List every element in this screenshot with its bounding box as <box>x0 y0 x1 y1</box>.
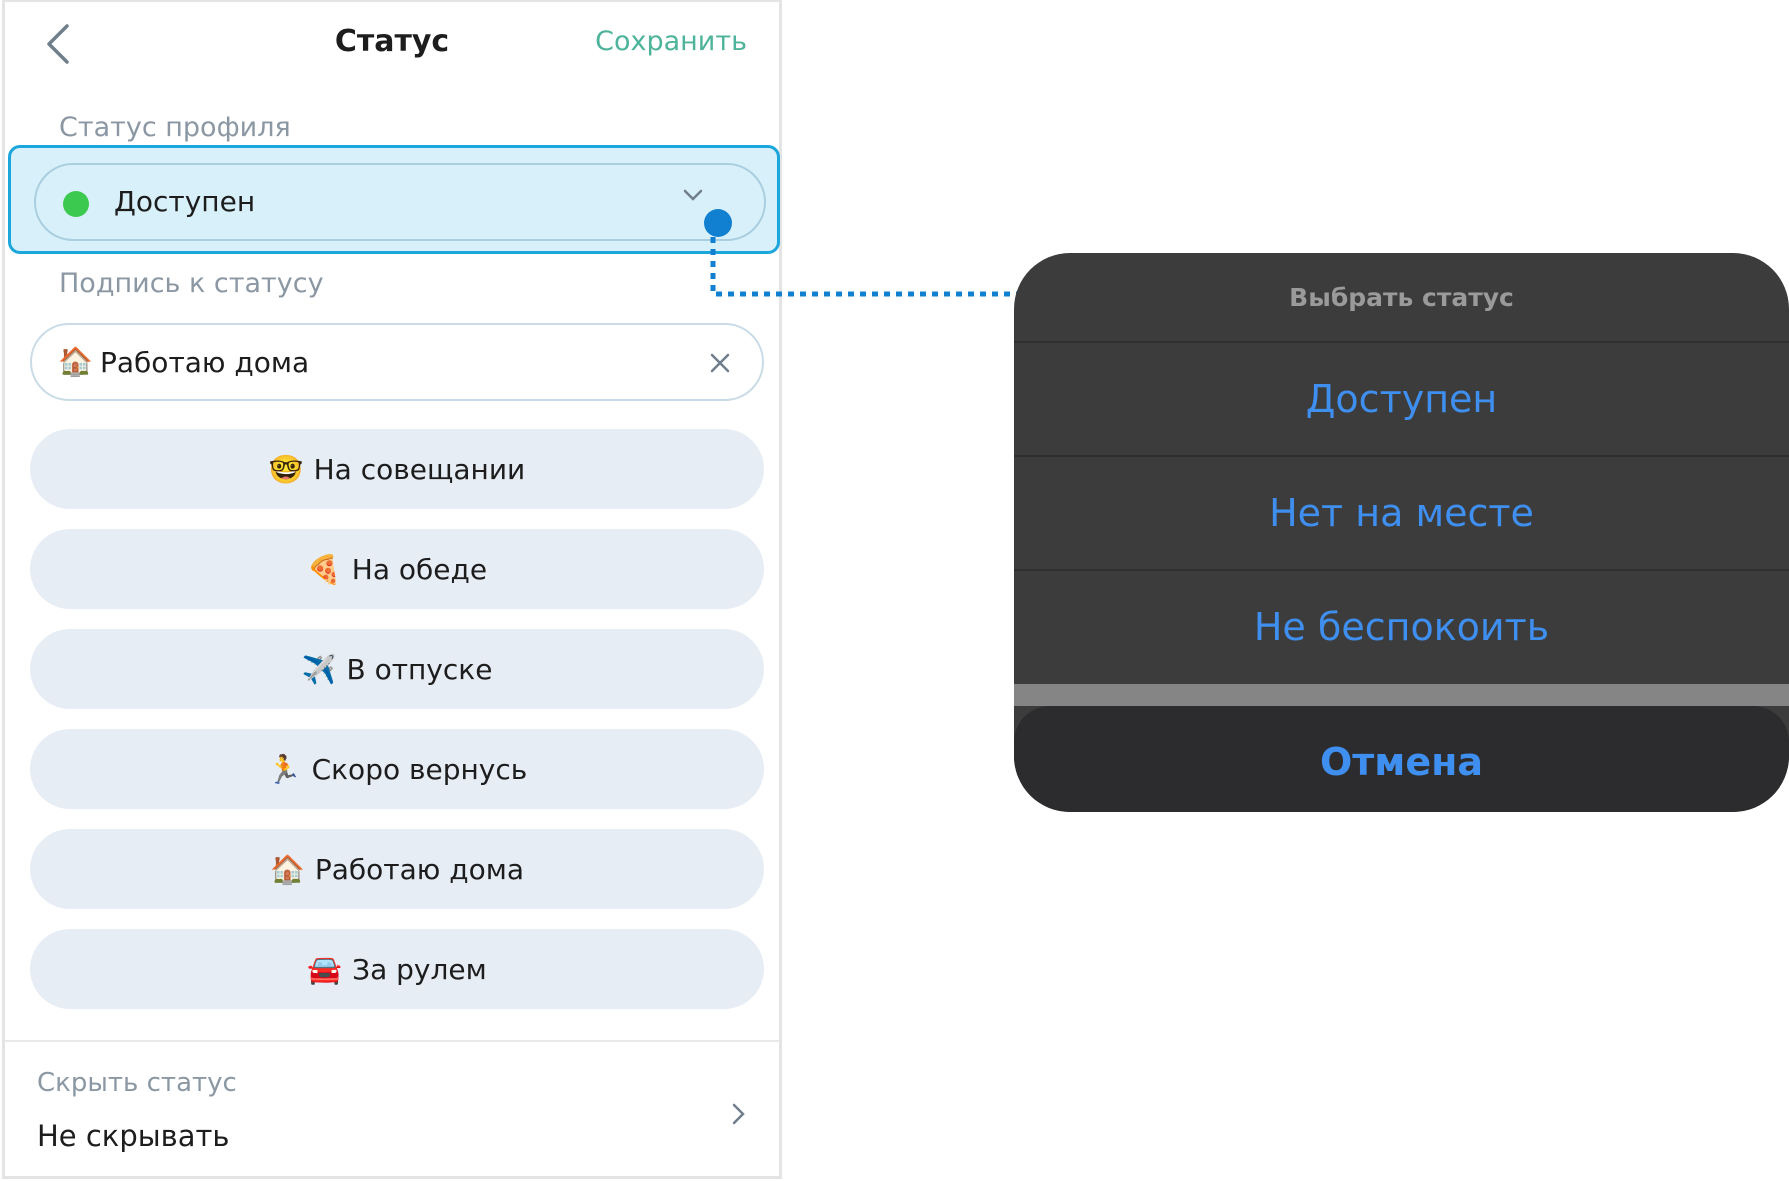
preset-driving-button[interactable]: 🚘 За рулем <box>30 929 764 1009</box>
sheet-gap <box>1014 684 1789 706</box>
house-icon: 🏠 <box>58 345 93 378</box>
callout-marker <box>704 209 732 237</box>
clear-icon[interactable] <box>708 351 732 375</box>
airplane-icon: ✈️ <box>301 652 337 686</box>
action-sheet-title: Выбрать статус <box>1289 283 1514 312</box>
status-action-sheet: Выбрать статус Доступен Нет на месте Не … <box>1014 253 1789 812</box>
caption-label: Подпись к статусу <box>59 268 324 299</box>
preset-label: На обеде <box>351 552 488 586</box>
preset-label: Скоро вернусь <box>311 752 528 786</box>
option-available[interactable]: Доступен <box>1014 343 1789 455</box>
preset-label: Работаю дома <box>314 852 525 886</box>
runner-icon: 🏃 <box>266 752 302 786</box>
preset-meeting-button[interactable]: 🤓 На совещании <box>30 429 764 509</box>
preset-lunch-button[interactable]: 🍕 На обеде <box>30 529 764 609</box>
cancel-button[interactable]: Отмена <box>1014 706 1789 812</box>
nerd-face-icon: 🤓 <box>268 452 304 486</box>
preset-label: За рулем <box>352 952 487 986</box>
preset-label: На совещании <box>313 452 526 486</box>
preset-vacation-button[interactable]: ✈️ В отпуске <box>30 629 764 709</box>
profile-status-select[interactable]: Доступен <box>34 163 766 241</box>
caption-value: Работаю дома <box>100 346 310 379</box>
house-icon: 🏠 <box>269 852 305 886</box>
preset-label: В отпуске <box>346 652 493 686</box>
option-do-not-disturb[interactable]: Не беспокоить <box>1014 571 1789 683</box>
profile-status-label: Статус профиля <box>59 112 291 143</box>
preset-be-right-back-button[interactable]: 🏃 Скоро вернусь <box>30 729 764 809</box>
pizza-icon: 🍕 <box>306 552 342 586</box>
chevron-down-icon[interactable] <box>682 188 704 202</box>
profile-status-value: Доступен <box>114 185 256 218</box>
section-divider <box>5 1040 779 1042</box>
preset-work-from-home-button[interactable]: 🏠 Работаю дома <box>30 829 764 909</box>
status-screen: Статус Сохранить Статус профиля Доступен… <box>2 0 782 1179</box>
status-indicator-dot <box>63 191 89 217</box>
hide-status-value: Не скрывать <box>37 1119 230 1153</box>
hide-status-label: Скрыть статус <box>37 1068 237 1098</box>
profile-status-highlight: Доступен <box>8 145 780 254</box>
chevron-right-icon <box>732 1103 745 1125</box>
save-button[interactable]: Сохранить <box>595 26 747 57</box>
option-away[interactable]: Нет на месте <box>1014 457 1789 569</box>
caption-input[interactable]: 🏠 Работаю дома <box>30 323 764 401</box>
car-icon: 🚘 <box>307 952 343 986</box>
